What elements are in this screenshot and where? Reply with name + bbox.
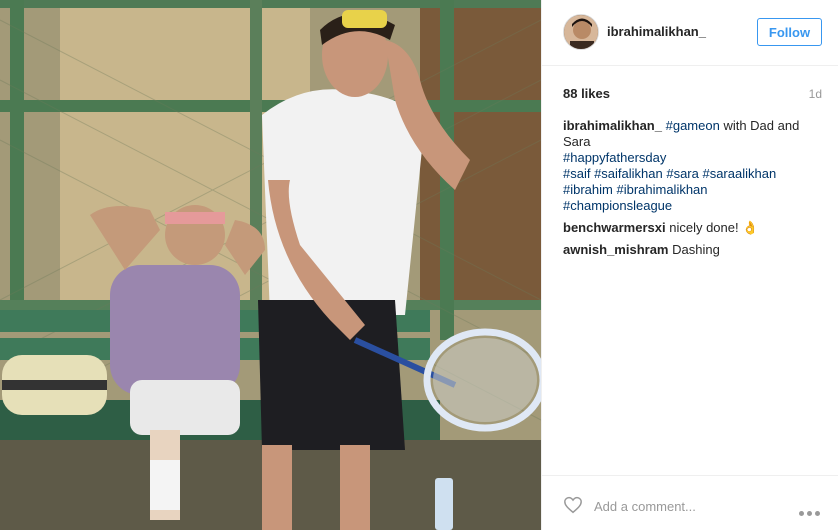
dot bbox=[807, 511, 812, 516]
hashtag-link[interactable]: #happyfathersday bbox=[563, 150, 823, 166]
hashtag-link[interactable]: #gameon bbox=[666, 118, 720, 133]
caption-text: with Dad and bbox=[719, 118, 800, 133]
dot bbox=[815, 511, 820, 516]
comment-text: nicely done! bbox=[665, 220, 743, 235]
post-footer bbox=[542, 475, 838, 530]
post-photo-illustration bbox=[0, 0, 541, 530]
comment-username[interactable]: benchwarmersxi bbox=[563, 220, 666, 235]
avatar-image bbox=[564, 15, 598, 49]
likes-row: 88 likes 1d bbox=[563, 86, 822, 104]
comment-item: benchwarmersxi nicely done! 👌 bbox=[563, 220, 823, 236]
avatar[interactable] bbox=[563, 14, 599, 50]
hashtag-link[interactable]: #ibrahim #ibrahimalikhan bbox=[563, 182, 823, 198]
pointing-hand-emoji: 👌 bbox=[742, 220, 759, 235]
post-header: ibrahimalikhan_ Follow bbox=[542, 0, 838, 66]
comment-item: awnish_mishram Dashing bbox=[563, 242, 823, 258]
comment-input[interactable] bbox=[594, 496, 784, 516]
dot bbox=[799, 511, 804, 516]
caption-username[interactable]: ibrahimalikhan_ bbox=[563, 118, 662, 133]
hashtag-link[interactable]: #championsleague bbox=[563, 198, 823, 214]
caption-text: Sara bbox=[563, 134, 591, 149]
heart-outline-icon[interactable] bbox=[563, 496, 583, 514]
caption: ibrahimalikhan_ #gameon with Dad and Sar… bbox=[563, 118, 823, 214]
comment-username[interactable]: awnish_mishram bbox=[563, 242, 669, 257]
hashtag-link[interactable]: #saif #saifalikhan #sara #saraalikhan bbox=[563, 166, 823, 182]
post-details-panel: ibrahimalikhan_ Follow 88 likes 1d ibrah… bbox=[541, 0, 838, 530]
follow-button[interactable]: Follow bbox=[757, 18, 822, 46]
comment-text: Dashing bbox=[668, 242, 720, 257]
post-author-username[interactable]: ibrahimalikhan_ bbox=[607, 24, 706, 39]
post-timestamp[interactable]: 1d bbox=[809, 87, 822, 101]
comments-list: ibrahimalikhan_ #gameon with Dad and Sar… bbox=[563, 118, 823, 264]
likes-count[interactable]: 88 likes bbox=[563, 86, 610, 101]
ellipsis-icon[interactable] bbox=[799, 503, 823, 516]
post-photo[interactable] bbox=[0, 0, 541, 530]
